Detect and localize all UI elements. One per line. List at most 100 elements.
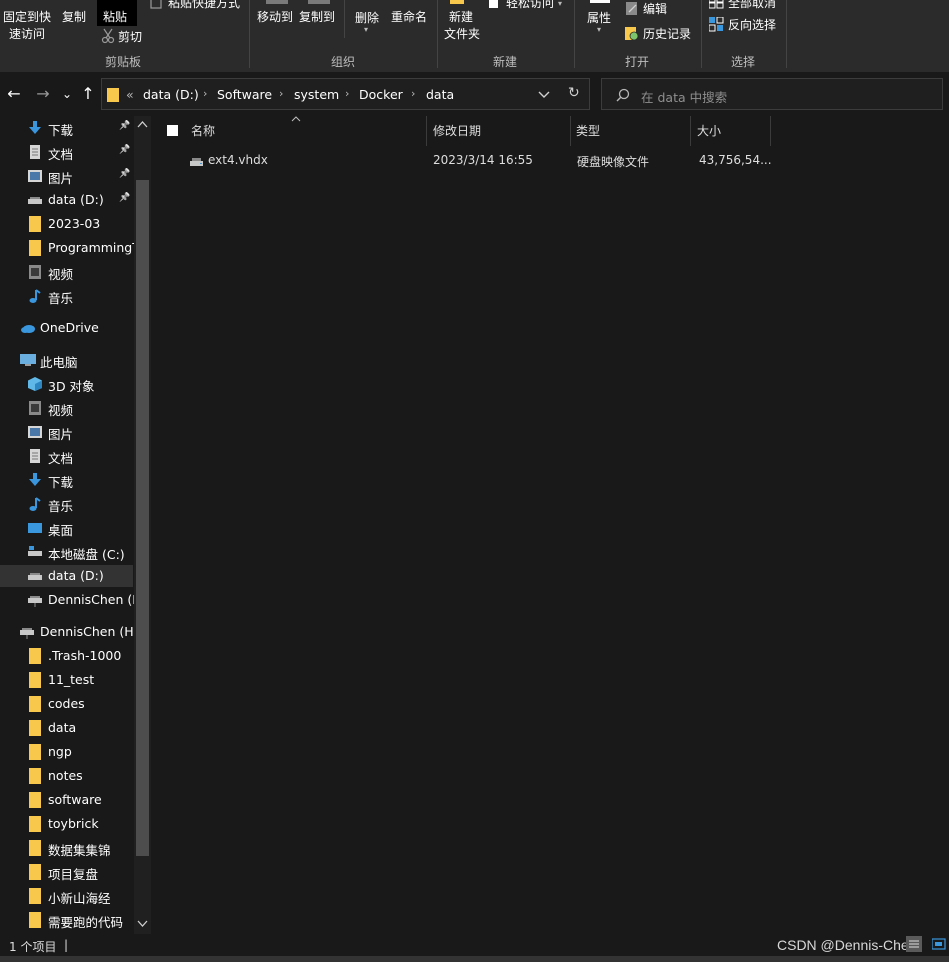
folder-icon [28, 672, 42, 688]
scroll-down-arrow-icon[interactable] [137, 920, 148, 928]
folder-item[interactable]: 小新山海经 [0, 885, 133, 907]
history-button[interactable]: 历史记录 [643, 26, 691, 42]
quick-access-item[interactable]: 音乐 [0, 285, 133, 307]
column-header-size[interactable]: 大小 [697, 122, 721, 139]
search-box[interactable]: 在 data 中搜索 [601, 78, 943, 110]
this-pc-item[interactable]: 此电脑 [0, 349, 133, 371]
column-header-date-modified[interactable]: 修改日期 [433, 122, 481, 139]
this-pc-child-item[interactable]: DennisChen (H [0, 589, 142, 611]
paste-button[interactable]: 粘贴 [103, 9, 127, 25]
pin-icon[interactable]: 📌 [119, 169, 130, 179]
easy-access-dropdown-icon[interactable]: ▾ [558, 0, 562, 12]
chevron-down-icon[interactable] [538, 90, 550, 100]
up-button[interactable]: ↑ [78, 80, 98, 108]
folder-item[interactable]: 需要跑的代码 [0, 909, 133, 931]
column-divider[interactable] [690, 116, 691, 146]
column-divider[interactable] [426, 116, 427, 146]
scroll-up-arrow-icon[interactable] [137, 120, 148, 128]
delete-dropdown-icon[interactable]: ▾ [364, 22, 368, 38]
ribbon-divider [437, 0, 438, 68]
large-icons-view-icon[interactable] [932, 937, 946, 951]
new-folder-button-line1[interactable]: 新建 [449, 9, 473, 25]
column-header-name[interactable]: 名称 [191, 122, 215, 139]
quick-access-item[interactable]: 下载 📌 [0, 117, 133, 139]
refresh-button[interactable]: ↻ [568, 85, 580, 101]
copy-to-button[interactable]: 复制到 [299, 9, 335, 25]
pin-icon[interactable]: 📌 [119, 145, 130, 155]
column-divider[interactable] [770, 116, 771, 146]
file-date-modified: 2023/3/14 16:55 [433, 153, 533, 167]
this-pc-child-item[interactable]: 视频 [0, 397, 133, 419]
folder-item[interactable]: toybrick [0, 813, 133, 835]
folder-item[interactable]: data [0, 717, 133, 739]
details-view-icon[interactable] [906, 936, 922, 952]
this-pc-child-item[interactable]: data (D:) [0, 565, 133, 587]
organize-group-label: 组织 [330, 55, 355, 69]
this-pc-child-item[interactable]: 文档 [0, 445, 133, 467]
chevron-right-icon[interactable]: › [279, 87, 283, 100]
quick-access-item[interactable]: data (D:) 📌 [0, 189, 133, 211]
folder-item[interactable]: software [0, 789, 133, 811]
folder-item[interactable]: codes [0, 693, 133, 715]
select-all-checkbox[interactable] [167, 125, 178, 136]
breadcrumb-item-current[interactable]: data [426, 87, 454, 102]
copy-button[interactable]: 复制 [62, 9, 86, 25]
navigation-pane-scrollbar[interactable] [134, 116, 151, 934]
cut-button[interactable]: 剪切 [118, 29, 142, 45]
forward-button[interactable]: → [32, 80, 54, 108]
new-folder-button-line2[interactable]: 文件夹 [444, 26, 480, 42]
column-header-type[interactable]: 类型 [576, 122, 600, 139]
quick-access-item[interactable]: 2023-03 [0, 213, 133, 235]
file-name[interactable]: ext4.vhdx [208, 153, 268, 167]
folder-item[interactable]: notes [0, 765, 133, 787]
network-drive-item[interactable]: DennisChen (H:) [0, 621, 143, 643]
pin-icon[interactable]: 📌 [119, 121, 130, 131]
quick-access-item[interactable]: ProgrammingT [0, 237, 140, 259]
search-input[interactable]: 在 data 中搜索 [641, 87, 727, 106]
folder-item[interactable]: .Trash-1000 [0, 645, 133, 667]
breadcrumb-overflow-button[interactable]: « [126, 87, 134, 102]
edit-button[interactable]: 编辑 [643, 1, 667, 17]
pin-quick-access-button-line2[interactable]: 速访问 [9, 26, 45, 42]
properties-dropdown-icon[interactable]: ▾ [597, 22, 601, 38]
easy-access-button[interactable]: 轻松访问 [506, 0, 554, 11]
select-none-button[interactable]: 全部取消 [728, 0, 776, 11]
search-icon [616, 88, 630, 102]
column-divider[interactable] [570, 116, 571, 146]
folder-item[interactable]: 11_test [0, 669, 133, 691]
breadcrumb-item[interactable]: system [294, 87, 339, 102]
nav-item-label: 下载 [48, 123, 74, 138]
onedrive-item[interactable]: OneDrive [0, 317, 133, 339]
breadcrumb-item[interactable]: Docker [359, 87, 403, 102]
this-pc-child-item[interactable]: 3D 对象 [0, 373, 133, 395]
pin-quick-access-button-line1[interactable]: 固定到快 [3, 9, 51, 25]
chevron-right-icon[interactable]: › [411, 87, 415, 100]
this-pc-child-item[interactable]: 本地磁盘 (C:) [0, 541, 133, 563]
quick-access-item[interactable]: 图片 📌 [0, 165, 133, 187]
this-pc-child-item[interactable]: 下载 [0, 469, 133, 491]
history-icon [625, 27, 639, 41]
this-pc-child-item[interactable]: 图片 [0, 421, 133, 443]
pin-icon[interactable]: 📌 [119, 193, 130, 203]
chevron-right-icon[interactable]: › [345, 87, 349, 100]
paste-shortcut-button[interactable]: 粘贴快捷方式 [168, 0, 240, 11]
folder-item[interactable]: 数据集集锦 [0, 837, 133, 859]
breadcrumb-item[interactable]: data (D:) [143, 87, 199, 102]
rename-button[interactable]: 重命名 [391, 9, 427, 25]
quick-access-item[interactable]: 文档 📌 [0, 141, 133, 163]
address-bar[interactable]: « data (D:) › Software › system › Docker… [101, 78, 590, 110]
scrollbar-thumb[interactable] [136, 180, 149, 856]
folder-item[interactable]: ngp [0, 741, 133, 763]
folder-item[interactable]: 项目复盘 [0, 861, 133, 883]
folder-icon [28, 888, 42, 904]
move-to-button[interactable]: 移动到 [257, 9, 293, 25]
this-pc-child-item[interactable]: 音乐 [0, 493, 133, 515]
breadcrumb-item[interactable]: Software [217, 87, 272, 102]
back-button[interactable]: ← [3, 80, 25, 108]
this-pc-child-item[interactable]: 桌面 [0, 517, 133, 539]
invert-selection-button[interactable]: 反向选择 [728, 17, 776, 33]
recent-locations-button[interactable]: ⌄ [60, 80, 74, 108]
quick-access-item[interactable]: 视频 [0, 261, 133, 283]
folder-icon [28, 912, 42, 928]
chevron-right-icon[interactable]: › [203, 87, 207, 100]
